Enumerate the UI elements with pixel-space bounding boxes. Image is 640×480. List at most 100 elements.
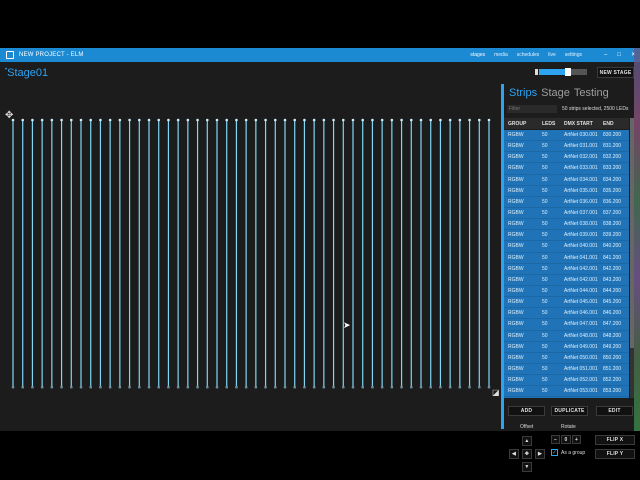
- led-strip[interactable]: [196, 118, 199, 389]
- led-strip[interactable]: [341, 118, 345, 389]
- tab-stage[interactable]: Stage: [541, 87, 570, 99]
- led-strip[interactable]: [254, 118, 258, 389]
- led-strip[interactable]: [458, 118, 462, 389]
- table-row[interactable]: RGBW 50 ArtNet 046.001 846.200: [504, 308, 629, 320]
- offset-left-icon[interactable]: ◀: [509, 449, 519, 459]
- led-strip[interactable]: [332, 118, 335, 389]
- stage-title[interactable]: •Stage01: [5, 67, 48, 79]
- tab-testing[interactable]: Testing: [574, 87, 609, 99]
- table-row[interactable]: RGBW 50 ArtNet 040.001 840.200: [504, 241, 629, 253]
- led-strip[interactable]: [264, 118, 267, 389]
- led-strip[interactable]: [215, 118, 219, 389]
- offset-up-icon[interactable]: ▲: [522, 436, 532, 446]
- led-strip[interactable]: [225, 118, 229, 389]
- led-strip[interactable]: [40, 118, 44, 389]
- led-strip[interactable]: [157, 118, 161, 389]
- led-strip[interactable]: [176, 118, 180, 389]
- nav-live[interactable]: live: [548, 52, 556, 58]
- led-strip[interactable]: [108, 118, 112, 389]
- led-strip[interactable]: [50, 118, 54, 389]
- table-row[interactable]: RGBW 50 ArtNet 038.001 838.200: [504, 219, 629, 231]
- led-strip[interactable]: [79, 118, 83, 389]
- zoom-slider[interactable]: [535, 68, 587, 76]
- as-group-checkbox[interactable]: ✓: [551, 449, 558, 456]
- led-strip[interactable]: [89, 118, 93, 389]
- led-strip[interactable]: [312, 118, 316, 389]
- led-strip[interactable]: [273, 118, 277, 389]
- table-row[interactable]: RGBW 50 ArtNet 036.001 836.200: [504, 197, 629, 208]
- led-strip[interactable]: [167, 118, 170, 389]
- flip-x-button[interactable]: FLIP X: [595, 435, 635, 445]
- col-group[interactable]: GROUP: [504, 121, 536, 127]
- table-row[interactable]: RGBW 50 ArtNet 042.001 843.200: [504, 275, 629, 286]
- table-row[interactable]: RGBW 50 ArtNet 039.001 839.200: [504, 230, 629, 242]
- add-button[interactable]: ADD: [508, 406, 545, 416]
- led-strip[interactable]: [371, 118, 374, 389]
- table-row[interactable]: RGBW 50 ArtNet 033.001 833.200: [504, 163, 629, 175]
- table-row[interactable]: RGBW 50 ArtNet 035.001 835.200: [504, 186, 629, 197]
- led-strip[interactable]: [448, 118, 452, 389]
- led-strip[interactable]: [69, 118, 73, 389]
- table-row[interactable]: RGBW 50 ArtNet 034.001 834.200: [504, 175, 629, 186]
- led-strip[interactable]: [118, 118, 122, 389]
- edit-button[interactable]: EDIT: [596, 406, 633, 416]
- table-row[interactable]: RGBW 50 ArtNet 048.001 848.200: [504, 331, 629, 342]
- table-row[interactable]: RGBW 50 ArtNet 037.001 837.200: [504, 208, 629, 220]
- resize-handle-icon[interactable]: ◪: [492, 388, 500, 397]
- as-group-toggle[interactable]: ✓ As a group: [551, 449, 585, 456]
- table-row[interactable]: RGBW 50 ArtNet 051.001 851.200: [504, 364, 629, 376]
- led-strip[interactable]: [205, 118, 209, 389]
- table-row[interactable]: RGBW 50 ArtNet 045.001 845.200: [504, 297, 629, 309]
- table-row[interactable]: RGBW 50 ArtNet 032.001 832.200: [504, 152, 629, 164]
- led-strip[interactable]: [99, 118, 102, 389]
- tab-strips[interactable]: Strips: [509, 87, 537, 99]
- duplicate-button[interactable]: DUPLICATE: [551, 406, 588, 416]
- filter-input[interactable]: [507, 105, 557, 113]
- table-row[interactable]: RGBW 50 ArtNet 030.001 830.200: [504, 130, 629, 142]
- nav-media[interactable]: media: [494, 52, 508, 58]
- led-strip[interactable]: [468, 118, 471, 389]
- led-strip[interactable]: [400, 118, 403, 389]
- col-end[interactable]: END: [600, 121, 629, 127]
- stage-canvas[interactable]: [8, 114, 501, 401]
- maximize-icon[interactable]: □: [617, 52, 621, 58]
- table-row[interactable]: RGBW 50 ArtNet 047.001 847.200: [504, 319, 629, 331]
- zoom-handle[interactable]: [564, 68, 571, 76]
- strips-table-body[interactable]: RGBW 50 ArtNet 030.001 830.200 RGBW 50 ArtNet …: [504, 130, 629, 398]
- led-strip[interactable]: [147, 118, 151, 389]
- table-row[interactable]: RGBW 50 ArtNet 050.001 850.200: [504, 353, 629, 364]
- offset-down-icon[interactable]: ▼: [522, 462, 532, 472]
- table-row[interactable]: RGBW 50 ArtNet 042.001 842.200: [504, 264, 629, 275]
- table-row[interactable]: RGBW 50 ArtNet 052.001 852.200: [504, 375, 629, 387]
- led-strip[interactable]: [283, 118, 287, 389]
- table-row[interactable]: RGBW 50 ArtNet 041.001 841.200: [504, 253, 629, 264]
- led-strip[interactable]: [293, 118, 297, 389]
- table-row[interactable]: RGBW 50 ArtNet 031.001 831.200: [504, 141, 629, 153]
- led-strip[interactable]: [477, 118, 481, 389]
- led-strip[interactable]: [487, 118, 491, 389]
- led-strip[interactable]: [390, 118, 394, 389]
- table-row[interactable]: RGBW 50 ArtNet 049.001 849.200: [504, 342, 629, 353]
- led-strip[interactable]: [303, 118, 306, 389]
- rotate-decrement-button[interactable]: –: [551, 435, 560, 444]
- table-row[interactable]: RGBW 50 ArtNet 053.001 853.200: [504, 386, 629, 398]
- led-strip[interactable]: [11, 118, 15, 389]
- led-strip[interactable]: [419, 118, 423, 389]
- table-row[interactable]: RGBW 50 ArtNet 044.001 844.200: [504, 286, 629, 298]
- led-strip[interactable]: [380, 118, 384, 389]
- led-strip[interactable]: [235, 118, 238, 389]
- led-strip[interactable]: [137, 118, 141, 389]
- led-strip[interactable]: [60, 118, 63, 389]
- flip-y-button[interactable]: FLIP Y: [595, 449, 635, 459]
- offset-center-icon[interactable]: ✥: [522, 449, 532, 459]
- led-strip[interactable]: [128, 118, 131, 389]
- minimize-icon[interactable]: –: [604, 52, 607, 58]
- led-strip[interactable]: [322, 118, 326, 389]
- led-strip[interactable]: [439, 118, 442, 389]
- new-stage-button[interactable]: NEW STAGE: [597, 67, 634, 78]
- led-strip[interactable]: [31, 118, 34, 389]
- nav-schedules[interactable]: schedules: [517, 52, 540, 58]
- nav-stages[interactable]: stages: [470, 52, 485, 58]
- led-strip[interactable]: [409, 118, 413, 389]
- rotate-value-field[interactable]: 0: [561, 435, 571, 444]
